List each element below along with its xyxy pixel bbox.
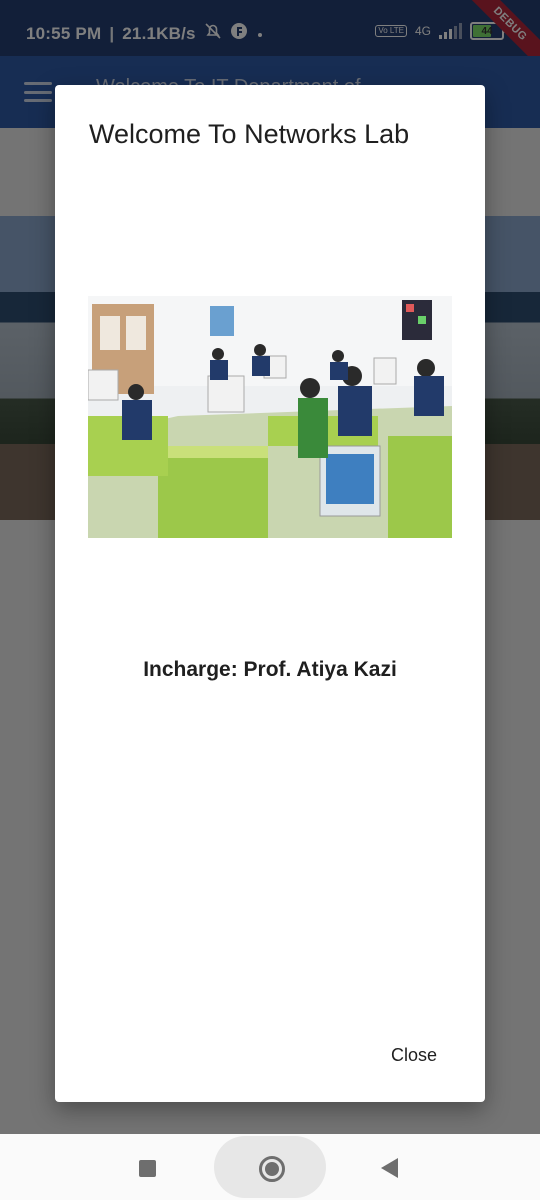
lab-photo (88, 296, 452, 538)
battery-level: 44 (481, 25, 493, 37)
square-icon[interactable] (139, 1160, 156, 1177)
dialog-title: Welcome To Networks Lab (89, 119, 410, 149)
circle-icon[interactable] (259, 1156, 285, 1182)
incharge-text: Incharge: Prof. Atiya Kazi (143, 658, 397, 681)
navigation-bar (0, 1134, 540, 1200)
lab-dialog: Welcome To Networks Lab Incharge: Prof. … (55, 85, 485, 1102)
triangle-back-icon[interactable] (381, 1158, 398, 1178)
close-button[interactable]: Close (379, 1039, 449, 1072)
